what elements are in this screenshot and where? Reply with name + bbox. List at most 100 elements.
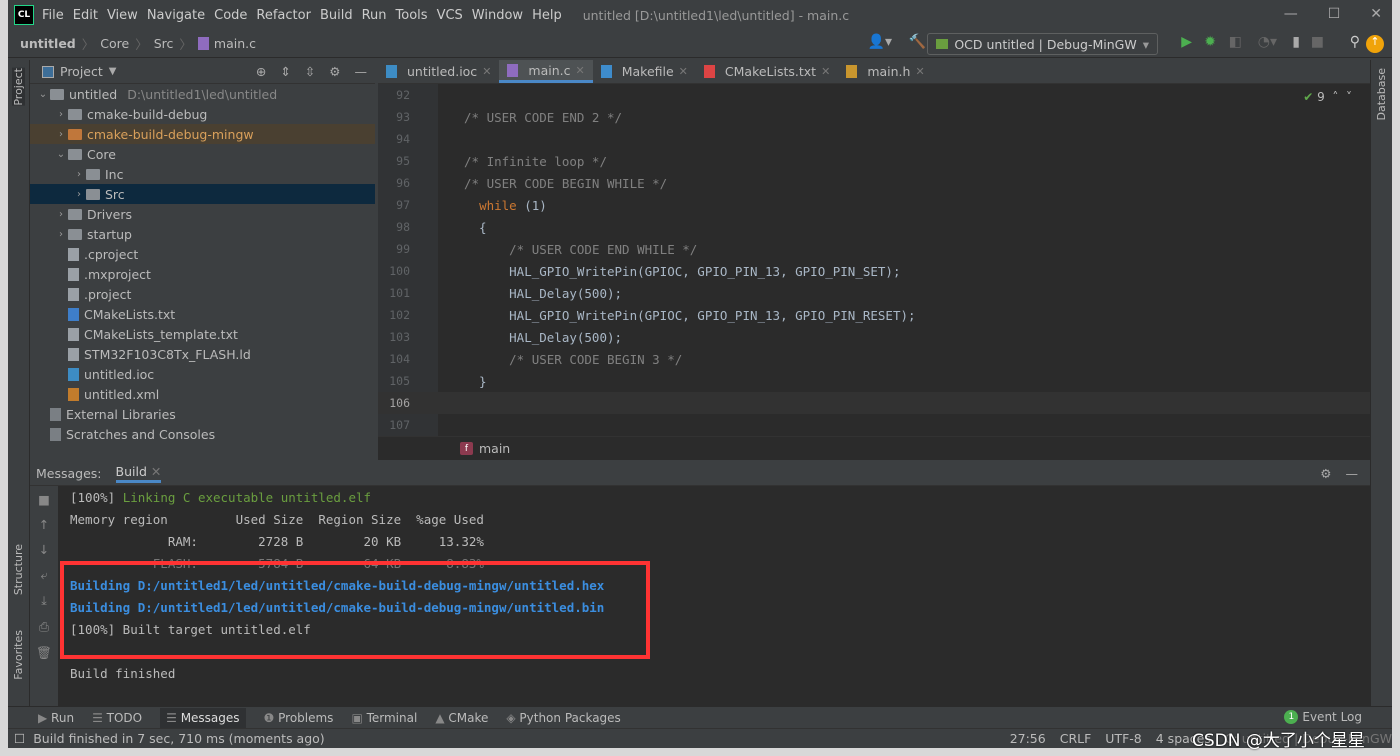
breadcrumb-project[interactable]: untitled bbox=[20, 36, 76, 51]
menu-code[interactable]: Code bbox=[214, 8, 247, 23]
menu-view[interactable]: View bbox=[107, 8, 138, 23]
tab-main-h[interactable]: main.h ✕ bbox=[838, 60, 932, 83]
close-tab-icon[interactable]: ✕ bbox=[482, 65, 491, 78]
line-number[interactable]: 93 bbox=[378, 110, 410, 124]
attach-icon[interactable]: ▮ bbox=[1292, 34, 1300, 50]
line-number[interactable]: 103 bbox=[378, 330, 410, 344]
chevron-icon[interactable]: › bbox=[54, 229, 68, 240]
event-log-button[interactable]: 1 Event Log bbox=[1284, 710, 1362, 724]
tree-item[interactable]: › cmake-build-debug bbox=[30, 104, 375, 124]
tree-item[interactable]: .project bbox=[30, 284, 375, 304]
profile-icon[interactable]: ◔▾ bbox=[1258, 34, 1277, 50]
breadcrumb-core[interactable]: Core bbox=[100, 36, 129, 51]
hide-icon[interactable]: — bbox=[355, 64, 368, 79]
tab-untitled-ioc[interactable]: untitled.ioc ✕ bbox=[378, 60, 499, 83]
tab-main-c[interactable]: main.c ✕ bbox=[499, 60, 593, 83]
close-tab-icon[interactable]: ✕ bbox=[821, 65, 830, 78]
run-configuration-select[interactable]: OCD untitled | Debug-MinGW ▾ bbox=[927, 33, 1158, 55]
menu-navigate[interactable]: Navigate bbox=[147, 8, 205, 23]
tree-item[interactable]: › cmake-build-debug-mingw bbox=[30, 124, 375, 144]
gear-icon[interactable]: ⚙ bbox=[329, 64, 340, 79]
tree-item[interactable]: STM32F103C8Tx_FLASH.ld bbox=[30, 344, 375, 364]
line-number[interactable]: 104 bbox=[378, 352, 410, 366]
chevron-icon[interactable]: › bbox=[72, 169, 86, 180]
line-number[interactable]: 99 bbox=[378, 242, 410, 256]
tree-item[interactable]: untitled.ioc bbox=[30, 364, 375, 384]
tree-item[interactable]: .mxproject bbox=[30, 264, 375, 284]
database-tool-button[interactable]: Database bbox=[1375, 68, 1388, 121]
line-number[interactable]: 107 bbox=[378, 418, 410, 432]
breadcrumb-src[interactable]: Src bbox=[154, 36, 174, 51]
tree-item[interactable]: CMakeLists_template.txt bbox=[30, 324, 375, 344]
chevron-icon[interactable]: ⌄ bbox=[54, 149, 68, 160]
favorites-tool-button[interactable]: Favorites bbox=[12, 630, 25, 680]
locate-icon[interactable]: ⊕ bbox=[256, 64, 266, 79]
line-number[interactable]: 105 bbox=[378, 374, 410, 388]
tree-item[interactable]: CMakeLists.txt bbox=[30, 304, 375, 324]
close-tab-icon[interactable]: ✕ bbox=[915, 65, 924, 78]
tab-cmakelists-txt[interactable]: CMakeLists.txt ✕ bbox=[696, 60, 838, 83]
line-number[interactable]: 95 bbox=[378, 154, 410, 168]
chevron-icon[interactable]: ⌄ bbox=[36, 89, 50, 100]
inspections-widget[interactable]: ✔ 9 ˄ ˅ bbox=[1303, 90, 1352, 104]
build-hammer-icon[interactable]: 🔨 bbox=[909, 34, 926, 50]
toolwindow-python-packages[interactable]: ◈ Python Packages bbox=[506, 711, 620, 725]
soft-wrap-icon[interactable]: ⤶ bbox=[40, 567, 47, 583]
close-tab-icon[interactable]: ✕ bbox=[575, 64, 584, 77]
chevron-icon[interactable]: › bbox=[72, 189, 86, 200]
toolwindow-todo[interactable]: ☰ TODO bbox=[92, 711, 142, 725]
toolwindow-messages[interactable]: ☰ Messages bbox=[160, 707, 246, 728]
project-tool-button[interactable]: Project bbox=[12, 68, 25, 106]
line-number[interactable]: 96 bbox=[378, 176, 410, 190]
toolwindow-terminal[interactable]: ▣ Terminal bbox=[351, 711, 417, 725]
tree-item[interactable]: › Src bbox=[30, 184, 375, 204]
encoding[interactable]: UTF-8 bbox=[1105, 731, 1141, 746]
line-number[interactable]: 94 bbox=[378, 132, 410, 146]
project-view-select[interactable]: Project bbox=[60, 64, 103, 79]
line-number[interactable]: 100 bbox=[378, 264, 410, 278]
close-tab-icon[interactable]: ✕ bbox=[679, 65, 688, 78]
line-number[interactable]: 106 bbox=[378, 396, 410, 410]
tree-item[interactable]: › Inc bbox=[30, 164, 375, 184]
line-separator[interactable]: CRLF bbox=[1060, 731, 1092, 746]
menu-run[interactable]: Run bbox=[362, 8, 387, 23]
menu-vcs[interactable]: VCS bbox=[437, 8, 463, 23]
coverage-icon[interactable]: ◧ bbox=[1229, 34, 1242, 50]
update-icon[interactable]: ↑ bbox=[1366, 35, 1384, 53]
up-arrow-icon[interactable]: ↑ bbox=[39, 517, 49, 532]
menu-window[interactable]: Window bbox=[472, 8, 523, 23]
scroll-to-end-icon[interactable]: ⤓ bbox=[41, 593, 47, 609]
tree-item[interactable]: › Drivers bbox=[30, 204, 375, 224]
menu-build[interactable]: Build bbox=[320, 8, 353, 23]
close-icon[interactable]: ✕ bbox=[1370, 6, 1382, 22]
tree-item[interactable]: External Libraries bbox=[30, 404, 375, 424]
line-number[interactable]: 98 bbox=[378, 220, 410, 234]
tree-item[interactable]: Scratches and Consoles bbox=[30, 424, 375, 444]
collapse-all-icon[interactable]: ⇳ bbox=[305, 64, 315, 79]
menu-help[interactable]: Help bbox=[532, 8, 562, 23]
run-icon[interactable]: ▶ bbox=[1181, 34, 1192, 50]
tree-item[interactable]: ⌄ untitled D:\untitled1\led\untitled bbox=[30, 84, 375, 104]
toolwindow-run[interactable]: ▶ Run bbox=[38, 711, 74, 725]
search-icon[interactable]: ⚲ bbox=[1350, 34, 1360, 50]
maximize-icon[interactable]: ☐ bbox=[1328, 6, 1341, 22]
cursor-position[interactable]: 27:56 bbox=[1010, 731, 1046, 746]
chevron-icon[interactable]: › bbox=[54, 209, 68, 220]
line-number[interactable]: 92 bbox=[378, 88, 410, 102]
stop-icon[interactable]: ■ bbox=[1311, 34, 1324, 50]
hide-icon[interactable]: — bbox=[1346, 466, 1359, 481]
stop-icon[interactable]: ■ bbox=[38, 492, 50, 507]
code-area[interactable]: 92 93 /* USER CODE END 2 */ 94 95 /* Infinite… bbox=[378, 84, 1370, 436]
menu-refactor[interactable]: Refactor bbox=[256, 8, 311, 23]
minimize-icon[interactable]: — bbox=[1284, 6, 1298, 22]
function-breadcrumb[interactable]: main bbox=[479, 441, 510, 456]
print-icon[interactable]: ⎙ bbox=[39, 619, 49, 635]
line-number[interactable]: 101 bbox=[378, 286, 410, 300]
tab-makefile[interactable]: Makefile ✕ bbox=[593, 60, 696, 83]
down-arrow-icon[interactable]: ↓ bbox=[39, 542, 49, 557]
line-number[interactable]: 97 bbox=[378, 198, 410, 212]
menu-file[interactable]: File bbox=[42, 8, 64, 23]
tab-build[interactable]: Build ✕ bbox=[115, 464, 162, 483]
tree-item[interactable]: ⌄ Core bbox=[30, 144, 375, 164]
toolwindow-problems[interactable]: ❶ Problems bbox=[264, 711, 334, 725]
